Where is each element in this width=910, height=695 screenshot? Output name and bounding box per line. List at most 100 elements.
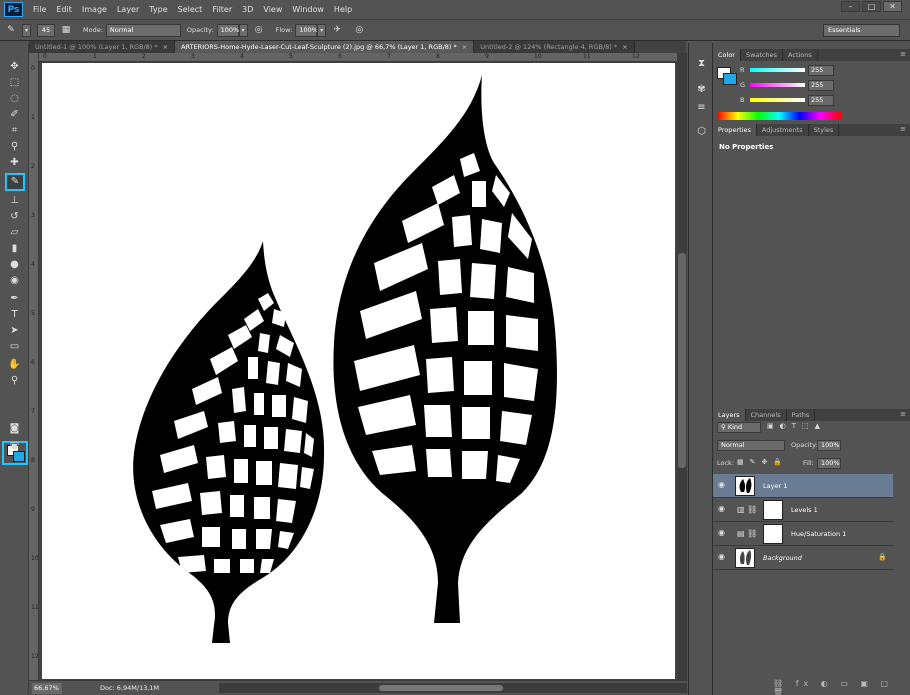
tab-actions[interactable]: Actions [783,49,818,61]
crop-tool-icon[interactable]: ⌗ [6,123,23,138]
layer-row-hue-saturation-1[interactable]: ◉ ▤ ⛓ Hue/Saturation 1 [713,522,893,546]
healing-tool-icon[interactable]: ✚ [6,155,23,170]
history-panel-icon[interactable]: ⧗ [694,57,709,71]
tab-styles[interactable]: Styles [809,124,840,136]
green-value-field[interactable]: 255 [808,80,834,91]
vertical-scrollbar[interactable] [677,53,687,680]
menu-view[interactable]: View [258,0,287,19]
move-tool-icon[interactable]: ✥ [6,59,23,74]
brush-size-field[interactable]: 45 [37,23,55,37]
menu-type[interactable]: Type [144,0,172,19]
panel-menu-icon[interactable]: ≡ [900,50,906,58]
menu-help[interactable]: Help [329,0,357,19]
character-panel-icon[interactable]: ≡ [694,101,709,115]
zoom-level-field[interactable]: 66,67% [32,682,62,694]
3d-panel-icon[interactable]: ⬡ [694,125,709,139]
blend-mode-select[interactable]: Normal [717,440,785,451]
menu-window[interactable]: Window [287,0,329,19]
type-tool-icon[interactable]: T [6,307,23,322]
gradient-tool-icon[interactable]: ▮ [6,241,23,256]
eye-icon[interactable]: ◉ [718,528,725,537]
brush-tool-icon[interactable]: ✎ [5,173,25,191]
menu-edit[interactable]: Edit [51,0,77,19]
close-button[interactable]: ✕ [883,1,902,12]
brush-panel-icon[interactable]: ✾ [694,83,709,97]
red-slider[interactable] [750,68,805,72]
document-canvas[interactable] [42,63,675,679]
lock-icons[interactable]: ▦✎✥🔒 [737,458,788,466]
brush-preset-icon[interactable]: ✎ [3,23,19,37]
blue-slider[interactable] [750,98,805,102]
eye-icon[interactable]: ◉ [718,504,725,513]
document-size-info[interactable]: Doc: 6,94M/13,1M [100,684,159,692]
tab-close-icon[interactable]: × [462,43,467,51]
eye-icon[interactable]: ◉ [718,552,725,561]
shape-tool-icon[interactable]: ▭ [6,339,23,354]
screen-mode-icon[interactable]: ▣ [6,439,23,454]
lasso-tool-icon[interactable]: ◌ [6,91,23,106]
scrollbar-thumb[interactable] [678,253,686,468]
menu-file[interactable]: File [28,0,51,19]
brush-preset-dropdown[interactable]: ▾ [22,23,31,37]
layer-filter-icons[interactable]: ▣◐T⬚▲ [767,422,826,430]
flow-field[interactable]: 100% [295,23,318,37]
tab-close-icon[interactable]: × [622,43,627,51]
layer-actions-bar[interactable]: ⛓ fx ◐ ▭ ▣ ▢ 🗑 [773,679,910,695]
marquee-tool-icon[interactable]: ⬚ [6,75,23,90]
dodge-tool-icon[interactable]: ◉ [6,273,23,288]
vertical-ruler[interactable]: 0 1 2 3 4 5 6 7 8 9 10 11 12 [29,53,39,680]
tab-close-icon[interactable]: × [163,43,168,51]
tab-untitled-1[interactable]: Untitled-1 @ 100% (Layer 1, RGB/8) * × [29,41,176,53]
history-brush-tool-icon[interactable]: ↺ [6,209,23,224]
horizontal-ruler[interactable]: 0 1 2 3 4 5 6 7 8 9 10 11 12 [39,53,677,62]
tab-untitled-2[interactable]: Untitled-2 @ 124% (Rectangle 4, RGB/8) *… [474,41,635,53]
panel-menu-icon[interactable]: ≡ [900,125,906,133]
minimize-button[interactable]: – [841,1,860,12]
tab-swatches[interactable]: Swatches [741,49,784,61]
eye-icon[interactable]: ◉ [718,480,725,489]
flow-dropdown[interactable]: ▾ [317,23,327,37]
panel-menu-icon[interactable]: ≡ [900,410,906,418]
tab-properties[interactable]: Properties [713,124,757,136]
tab-channels[interactable]: Channels [746,409,787,421]
maximize-button[interactable]: □ [862,1,881,12]
zoom-tool-icon[interactable]: ⚲ [6,373,23,388]
red-value-field[interactable]: 255 [808,65,834,76]
menu-3d[interactable]: 3D [237,0,258,19]
blur-tool-icon[interactable]: ● [6,257,23,272]
menu-select[interactable]: Select [173,0,208,19]
eraser-tool-icon[interactable]: ▱ [6,225,23,240]
path-select-tool-icon[interactable]: ➤ [6,323,23,338]
opacity-dropdown[interactable]: ▾ [238,23,248,37]
pressure-size-icon[interactable]: ◎ [351,23,367,37]
tab-color[interactable]: Color [713,49,741,61]
blue-value-field[interactable]: 255 [808,95,834,106]
opacity-field[interactable]: 100% [216,23,239,37]
layer-filter-kind[interactable]: ⚲ Kind [717,422,761,433]
menu-image[interactable]: Image [77,0,112,19]
menu-filter[interactable]: Filter [207,0,237,19]
stamp-tool-icon[interactable]: ⊥ [6,193,23,208]
quick-mask-icon[interactable]: ◙ [6,421,23,436]
workspace-select[interactable]: Essentials [823,24,900,37]
layer-opacity-field[interactable]: 100% [817,440,841,451]
tab-adjustments[interactable]: Adjustments [757,124,809,136]
brush-panel-icon[interactable]: ▦ [58,23,74,37]
airbrush-icon[interactable]: ✈ [329,23,345,37]
hand-tool-icon[interactable]: ✋ [6,357,23,372]
mode-select[interactable]: Normal [105,23,181,37]
eyedropper-tool-icon[interactable]: ⚲ [6,139,23,154]
tab-paths[interactable]: Paths [787,409,816,421]
pen-tool-icon[interactable]: ✒ [6,291,23,306]
tab-leaf-image[interactable]: ARTERIORS-Home-Hyde-Laser-Cut-Leaf-Sculp… [175,41,475,53]
quick-select-tool-icon[interactable]: ✐ [6,107,23,122]
color-spectrum-ramp[interactable] [717,112,841,120]
pressure-opacity-icon[interactable]: ◎ [251,23,267,37]
layer-row-levels-1[interactable]: ◉ ▥ ⛓ Levels 1 [713,498,893,522]
scrollbar-thumb[interactable] [379,685,503,691]
layer-fill-field[interactable]: 100% [817,458,841,469]
green-slider[interactable] [750,83,805,87]
horizontal-scrollbar[interactable] [219,683,687,693]
menu-layer[interactable]: Layer [112,0,144,19]
tab-layers[interactable]: Layers [713,409,746,421]
